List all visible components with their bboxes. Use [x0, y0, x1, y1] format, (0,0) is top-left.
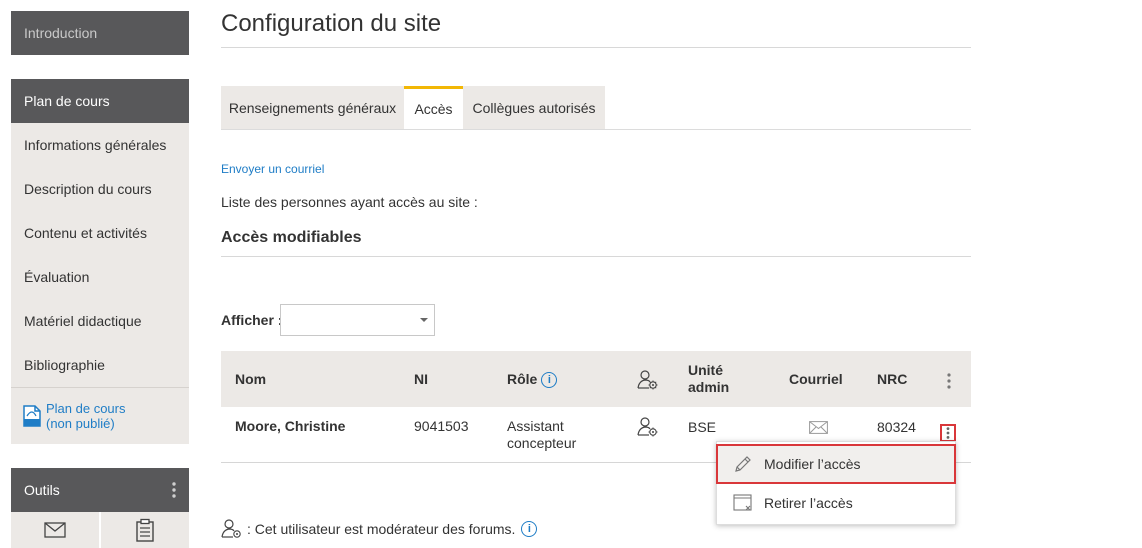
sidebar-intro-label: Introduction [24, 25, 98, 41]
footnote-text: : Cet utilisateur est modérateur des for… [247, 521, 516, 537]
tools-header-label: Outils [24, 482, 60, 498]
menu-item-label: Retirer l’accès [764, 495, 853, 511]
section-title: Accès modifiables [221, 229, 362, 246]
access-list-label: Liste des personnes ayant accès au site … [221, 194, 478, 210]
sidebar-item-materiel-didactique[interactable]: Matériel didactique [11, 299, 189, 343]
sidebar-plan-header-label: Plan de cours [24, 93, 110, 109]
cell-role-line1: Assistant [507, 418, 564, 434]
sidebar-item-informations-generales[interactable]: Informations générales [11, 123, 189, 167]
sidebar-section-plan-de-cours[interactable]: Plan de cours [11, 79, 189, 123]
cell-ni: 9041503 [414, 418, 469, 434]
table-header: Nom NI Rôle i Unité admin Courriel NRC [221, 351, 971, 407]
clipboard-icon [136, 518, 154, 542]
cell-name: Moore, Christine [235, 418, 346, 434]
sidebar-item-label: Contenu et activités [24, 225, 147, 241]
row-actions-menu: Modifier l’accès Retirer l’accès [716, 441, 956, 525]
moderator-user-icon [637, 370, 658, 390]
column-header-role-label: Rôle [507, 371, 538, 387]
column-header-role[interactable]: Rôle i [507, 371, 558, 389]
sidebar-item-contenu-et-activites[interactable]: Contenu et activités [11, 211, 189, 255]
tab-bar: Renseignements généraux Accès Collègues … [221, 86, 971, 130]
sidebar-item-introduction[interactable]: Introduction [11, 11, 189, 55]
kebab-menu-icon [946, 427, 950, 439]
column-header-email[interactable]: Courriel [789, 371, 843, 387]
sidebar-item-bibliographie[interactable]: Bibliographie [11, 343, 189, 387]
moderator-user-icon [637, 417, 658, 437]
tools-row [11, 512, 189, 548]
info-icon[interactable]: i [541, 372, 558, 389]
page-title: Configuration du site [221, 10, 442, 37]
sidebar-item-label: Informations générales [24, 137, 167, 153]
column-header-unit[interactable]: Unité admin [688, 362, 729, 396]
column-header-name[interactable]: Nom [235, 371, 266, 387]
sidebar-item-label: Évaluation [24, 269, 90, 285]
tool-clipboard[interactable] [101, 512, 189, 548]
tab-label: Collègues autorisés [472, 99, 596, 116]
tab-label: Accès [414, 101, 453, 117]
menu-item-retirer-acces[interactable]: Retirer l’accès [717, 484, 955, 522]
pencil-icon [735, 456, 751, 472]
cell-role: Assistant concepteur [507, 418, 576, 452]
sidebar-item-label: Description du cours [24, 181, 152, 197]
envelope-icon[interactable] [809, 421, 828, 434]
send-email-link[interactable]: Envoyer un courriel [221, 162, 324, 176]
info-icon[interactable]: i [521, 521, 538, 537]
cell-unit: BSE [688, 419, 717, 435]
envelope-icon [44, 522, 66, 538]
tool-email[interactable] [11, 512, 99, 548]
sidebar-item-evaluation[interactable]: Évaluation [11, 255, 189, 299]
menu-item-modifier-acces[interactable]: Modifier l’accès [716, 444, 956, 484]
cell-nrc: 80324 [877, 419, 916, 435]
sidebar-section-outils[interactable]: Outils [11, 468, 189, 512]
show-filter-select[interactable] [280, 304, 435, 336]
moderator-footnote: : Cet utilisateur est modérateur des for… [221, 518, 538, 540]
title-divider [221, 47, 971, 48]
sidebar-plan-list: Informations générales Description du co… [11, 123, 189, 444]
column-header-ni[interactable]: NI [414, 371, 428, 387]
row-actions-button[interactable] [940, 424, 956, 442]
section-divider [221, 256, 971, 257]
kebab-menu-icon[interactable] [172, 481, 176, 499]
show-filter-label: Afficher : [221, 312, 283, 328]
menu-item-label: Modifier l’accès [764, 456, 861, 472]
pdf-link-line1: Plan de cours [46, 401, 126, 416]
caret-down-icon [420, 318, 428, 322]
tab-label: Renseignements généraux [228, 99, 397, 116]
cell-role-line2: concepteur [507, 435, 577, 451]
sidebar-pdf-link[interactable]: Plan de cours (non publié) [11, 388, 189, 444]
column-header-nrc[interactable]: NRC [877, 371, 907, 387]
remove-window-icon [733, 494, 752, 511]
pdf-file-icon [23, 405, 41, 427]
sidebar-item-description-du-cours[interactable]: Description du cours [11, 167, 189, 211]
column-header-unit-line1: Unité [688, 362, 723, 378]
tab-collegues-autorises[interactable]: Collègues autorisés [463, 86, 605, 129]
moderator-user-icon [221, 519, 241, 538]
tab-acces[interactable]: Accès [404, 86, 463, 129]
pdf-link-line2: (non publié) [46, 416, 115, 431]
pdf-link-text[interactable]: Plan de cours (non publié) [46, 401, 126, 431]
tab-renseignements-generaux[interactable]: Renseignements généraux [221, 86, 404, 129]
sidebar-item-label: Matériel didactique [24, 313, 142, 329]
kebab-menu-icon[interactable] [947, 373, 951, 389]
sidebar-item-label: Bibliographie [24, 357, 105, 373]
column-header-unit-line2: admin [688, 379, 730, 395]
